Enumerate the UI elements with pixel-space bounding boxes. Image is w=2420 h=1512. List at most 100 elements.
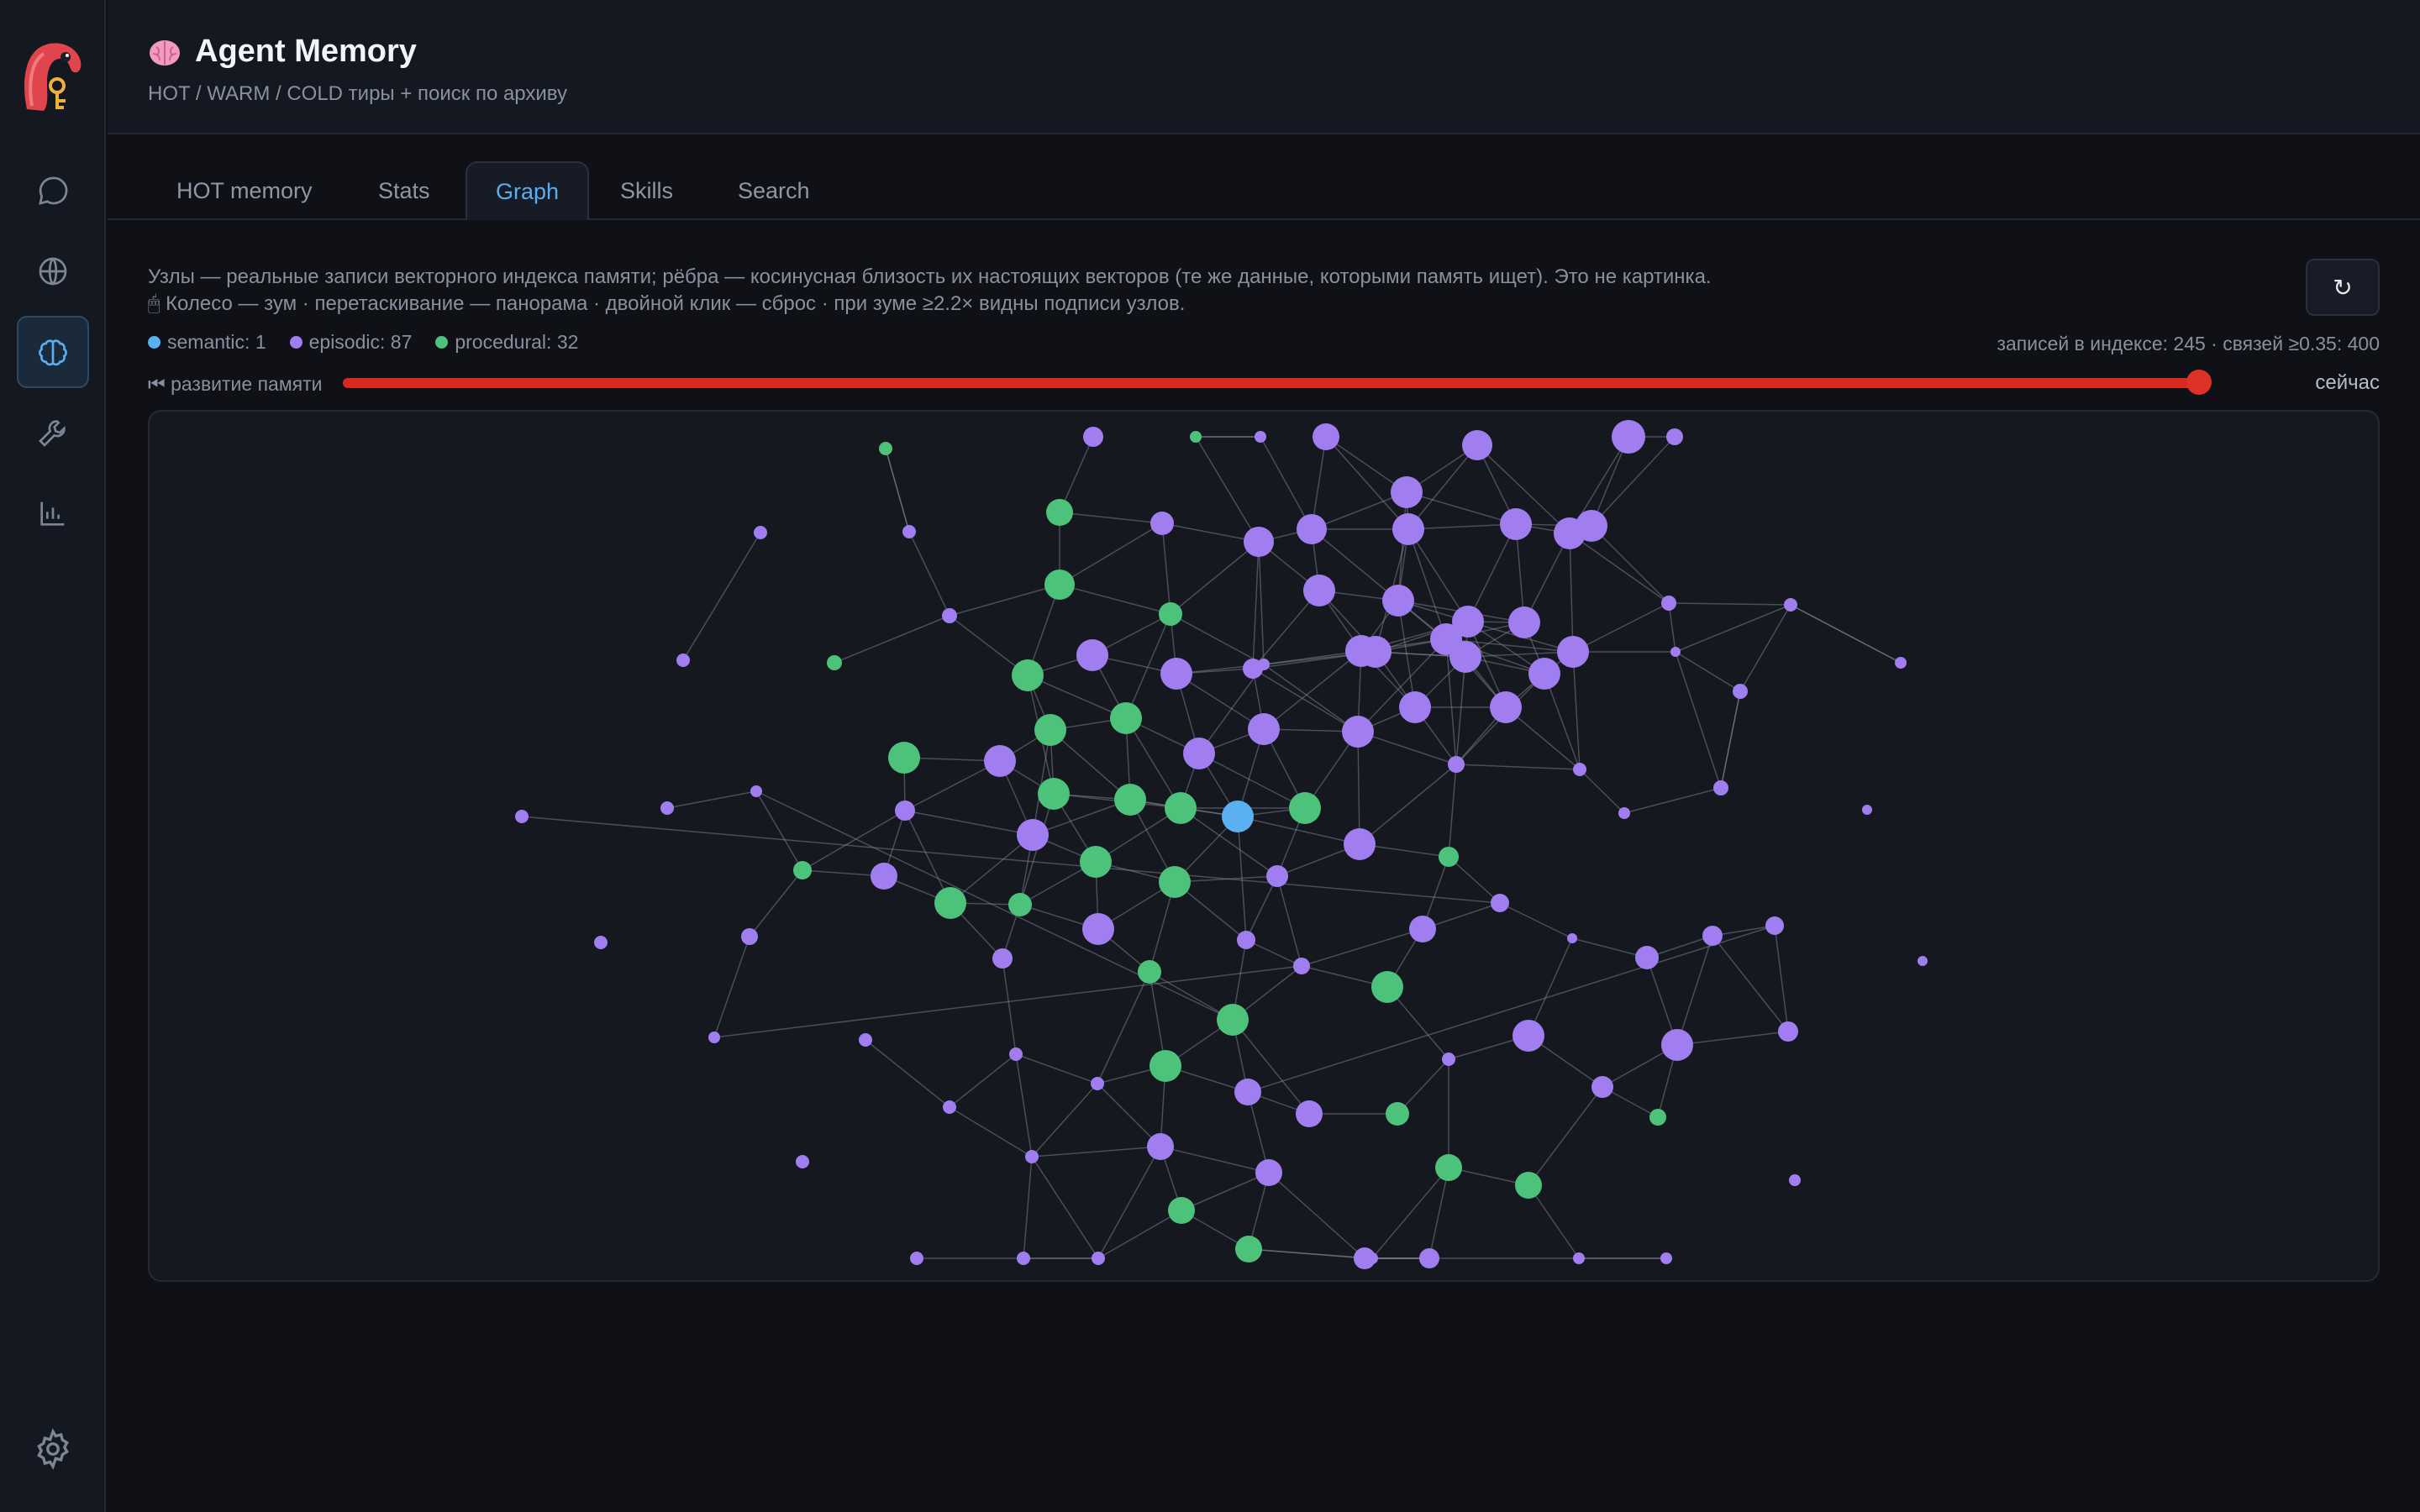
graph-node[interactable] (1557, 636, 1589, 668)
graph-node[interactable] (1419, 1248, 1439, 1268)
graph-node[interactable] (984, 745, 1016, 777)
graph-node[interactable] (827, 655, 842, 670)
tab-search[interactable]: Search (709, 161, 839, 220)
graph-node[interactable] (1573, 1252, 1585, 1264)
graph-node[interactable] (1080, 846, 1112, 878)
graph-node[interactable] (1234, 1079, 1261, 1105)
graph-node[interactable] (1386, 1102, 1409, 1126)
graph-node[interactable] (1344, 828, 1376, 860)
graph-node[interactable] (1765, 916, 1784, 935)
graph-node[interactable] (1618, 807, 1630, 819)
graph-node[interactable] (594, 936, 608, 949)
graph-node[interactable] (1034, 714, 1066, 746)
graph-node[interactable] (1222, 801, 1254, 832)
graph-node[interactable] (660, 801, 674, 815)
graph-node[interactable] (796, 1155, 809, 1168)
graph-node[interactable] (1159, 602, 1182, 626)
timeline-slider-thumb[interactable] (2186, 370, 2212, 395)
app-logo[interactable] (18, 35, 87, 116)
graph-node[interactable] (1255, 431, 1266, 443)
graph-node[interactable] (1297, 514, 1327, 544)
graph-node[interactable] (943, 1100, 956, 1114)
graph-node[interactable] (1435, 1154, 1462, 1181)
graph-node[interactable] (1392, 513, 1424, 545)
graph-node[interactable] (1138, 960, 1161, 984)
graph-node[interactable] (1508, 606, 1540, 638)
graph-node[interactable] (1784, 598, 1797, 612)
graph-node[interactable] (1237, 931, 1255, 949)
graph-node[interactable] (1512, 1020, 1544, 1052)
graph-node[interactable] (1439, 847, 1459, 867)
graph-node[interactable] (1789, 1174, 1801, 1186)
graph-node[interactable] (895, 801, 915, 821)
graph-node[interactable] (888, 742, 920, 774)
graph-node[interactable] (1258, 659, 1270, 670)
sidebar-item-web[interactable] (17, 235, 89, 307)
graph-node[interactable] (1150, 512, 1174, 535)
graph-node[interactable] (1649, 1109, 1666, 1126)
graph-node[interactable] (1918, 956, 1928, 966)
graph-node[interactable] (708, 1032, 720, 1043)
graph-node[interactable] (1025, 1150, 1039, 1163)
graph-node[interactable] (1895, 657, 1907, 669)
tab-hot-memory[interactable]: HOT memory (148, 161, 341, 220)
graph-node[interactable] (1083, 427, 1103, 447)
graph-node[interactable] (1159, 866, 1191, 898)
graph-node[interactable] (515, 810, 529, 823)
graph-node[interactable] (1430, 623, 1462, 655)
graph-node[interactable] (1009, 1047, 1023, 1061)
graph-node[interactable] (1044, 570, 1075, 600)
graph-node[interactable] (1666, 428, 1683, 445)
graph-node[interactable] (1661, 1029, 1693, 1061)
graph-node[interactable] (1160, 658, 1192, 690)
memory-graph-canvas[interactable] (148, 410, 2380, 1282)
graph-node[interactable] (1528, 658, 1560, 690)
graph-node[interactable] (1713, 780, 1728, 795)
graph-node[interactable] (676, 654, 690, 667)
graph-node[interactable] (1661, 596, 1676, 611)
graph-node[interactable] (1183, 738, 1215, 769)
graph-node[interactable] (1012, 659, 1044, 691)
graph-node[interactable] (1150, 1050, 1181, 1082)
graph-node[interactable] (1017, 819, 1049, 851)
graph-node[interactable] (1515, 1172, 1542, 1199)
sidebar-item-tools[interactable] (17, 396, 89, 469)
graph-node[interactable] (942, 608, 957, 623)
graph-node[interactable] (1635, 946, 1659, 969)
graph-node[interactable] (1091, 1077, 1104, 1090)
graph-node[interactable] (1862, 805, 1872, 815)
graph-node[interactable] (1500, 508, 1532, 540)
graph-node[interactable] (1399, 691, 1431, 723)
graph-node[interactable] (1490, 691, 1522, 723)
graph-node[interactable] (859, 1033, 872, 1047)
graph-node[interactable] (750, 785, 762, 797)
graph-node[interactable] (934, 887, 966, 919)
graph-node[interactable] (879, 442, 892, 455)
graph-node[interactable] (1612, 420, 1645, 454)
graph-node[interactable] (1076, 639, 1108, 671)
settings-button[interactable] (32, 1428, 74, 1470)
graph-node[interactable] (1371, 971, 1403, 1003)
graph-node[interactable] (1342, 716, 1374, 748)
tab-graph[interactable]: Graph (466, 161, 590, 220)
graph-node[interactable] (1147, 1133, 1174, 1160)
graph-node[interactable] (1462, 430, 1492, 460)
graph-node[interactable] (1217, 1004, 1249, 1036)
graph-node[interactable] (1038, 778, 1070, 810)
graph-node[interactable] (1266, 865, 1288, 887)
graph-node[interactable] (1244, 527, 1274, 557)
graph-node[interactable] (1366, 1252, 1378, 1264)
graph-node[interactable] (902, 525, 916, 538)
graph-node[interactable] (1114, 784, 1146, 816)
graph-node[interactable] (1289, 792, 1321, 824)
timeline-slider-track[interactable] (343, 378, 2200, 388)
graph-node[interactable] (1778, 1021, 1798, 1042)
graph-node[interactable] (1017, 1252, 1030, 1265)
graph-node[interactable] (1190, 431, 1202, 443)
graph-node[interactable] (1448, 756, 1465, 773)
graph-node[interactable] (1409, 916, 1436, 942)
graph-node[interactable] (1248, 713, 1280, 745)
graph-node[interactable] (1591, 1076, 1613, 1098)
graph-node[interactable] (1670, 647, 1681, 657)
graph-node[interactable] (1702, 926, 1723, 946)
